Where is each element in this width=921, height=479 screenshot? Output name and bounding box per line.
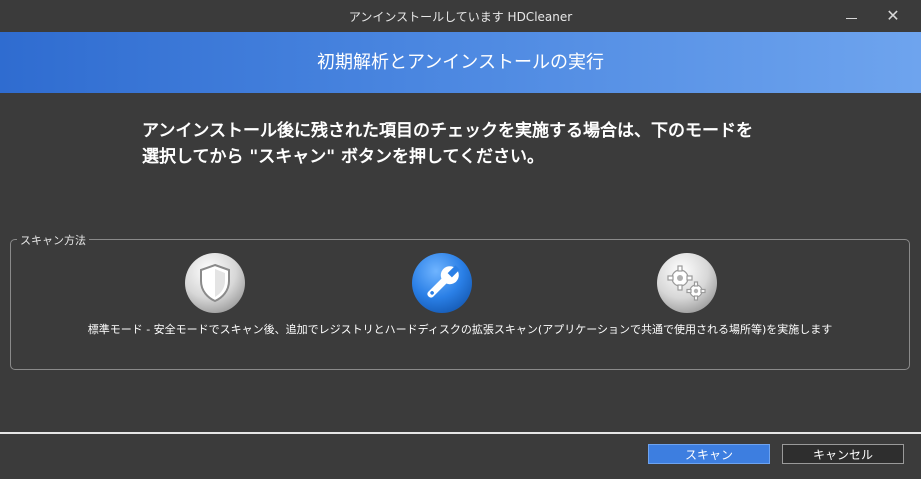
minimize-button[interactable] [838,4,864,28]
minimize-icon [846,18,857,19]
uninstall-window: アンインストールしています HDCleaner ✕ 初期解析とアンインストールの… [0,0,921,479]
mode-description: 標準モード - 安全モードでスキャン後、追加でレジストリとハードディスクの拡張ス… [87,323,833,336]
standard-mode-button[interactable] [184,252,246,314]
gears-icon [657,253,717,313]
footer-divider [0,432,921,434]
wrench-icon [412,253,472,313]
instruction-line-1: アンインストール後に残された項目のチェックを実施する場合は、下のモードを [142,121,753,141]
shield-icon [185,253,245,313]
scan-method-legend: スキャン方法 [17,232,89,248]
custom-mode-button[interactable] [656,252,718,314]
header-banner: 初期解析とアンインストールの実行 [0,32,921,93]
scan-method-group: スキャン方法 標準モード - 安全モードでスキャン後、追加でレジストリとハードデ… [10,232,910,370]
instruction-line-2: 選択してから "スキャン" ボタンを押してください。 [142,147,545,167]
title-bar[interactable]: アンインストールしています HDCleaner ✕ [0,0,921,32]
scan-button[interactable]: スキャン [648,444,770,464]
instruction-text: アンインストール後に残された項目のチェックを実施する場合は、下のモードを 選択し… [142,118,862,170]
window-title: アンインストールしています HDCleaner [348,10,573,24]
cancel-button[interactable]: キャンセル [782,444,904,464]
page-title: 初期解析とアンインストールの実行 [317,52,604,73]
close-button[interactable]: ✕ [880,4,906,28]
advanced-mode-button[interactable] [411,252,473,314]
